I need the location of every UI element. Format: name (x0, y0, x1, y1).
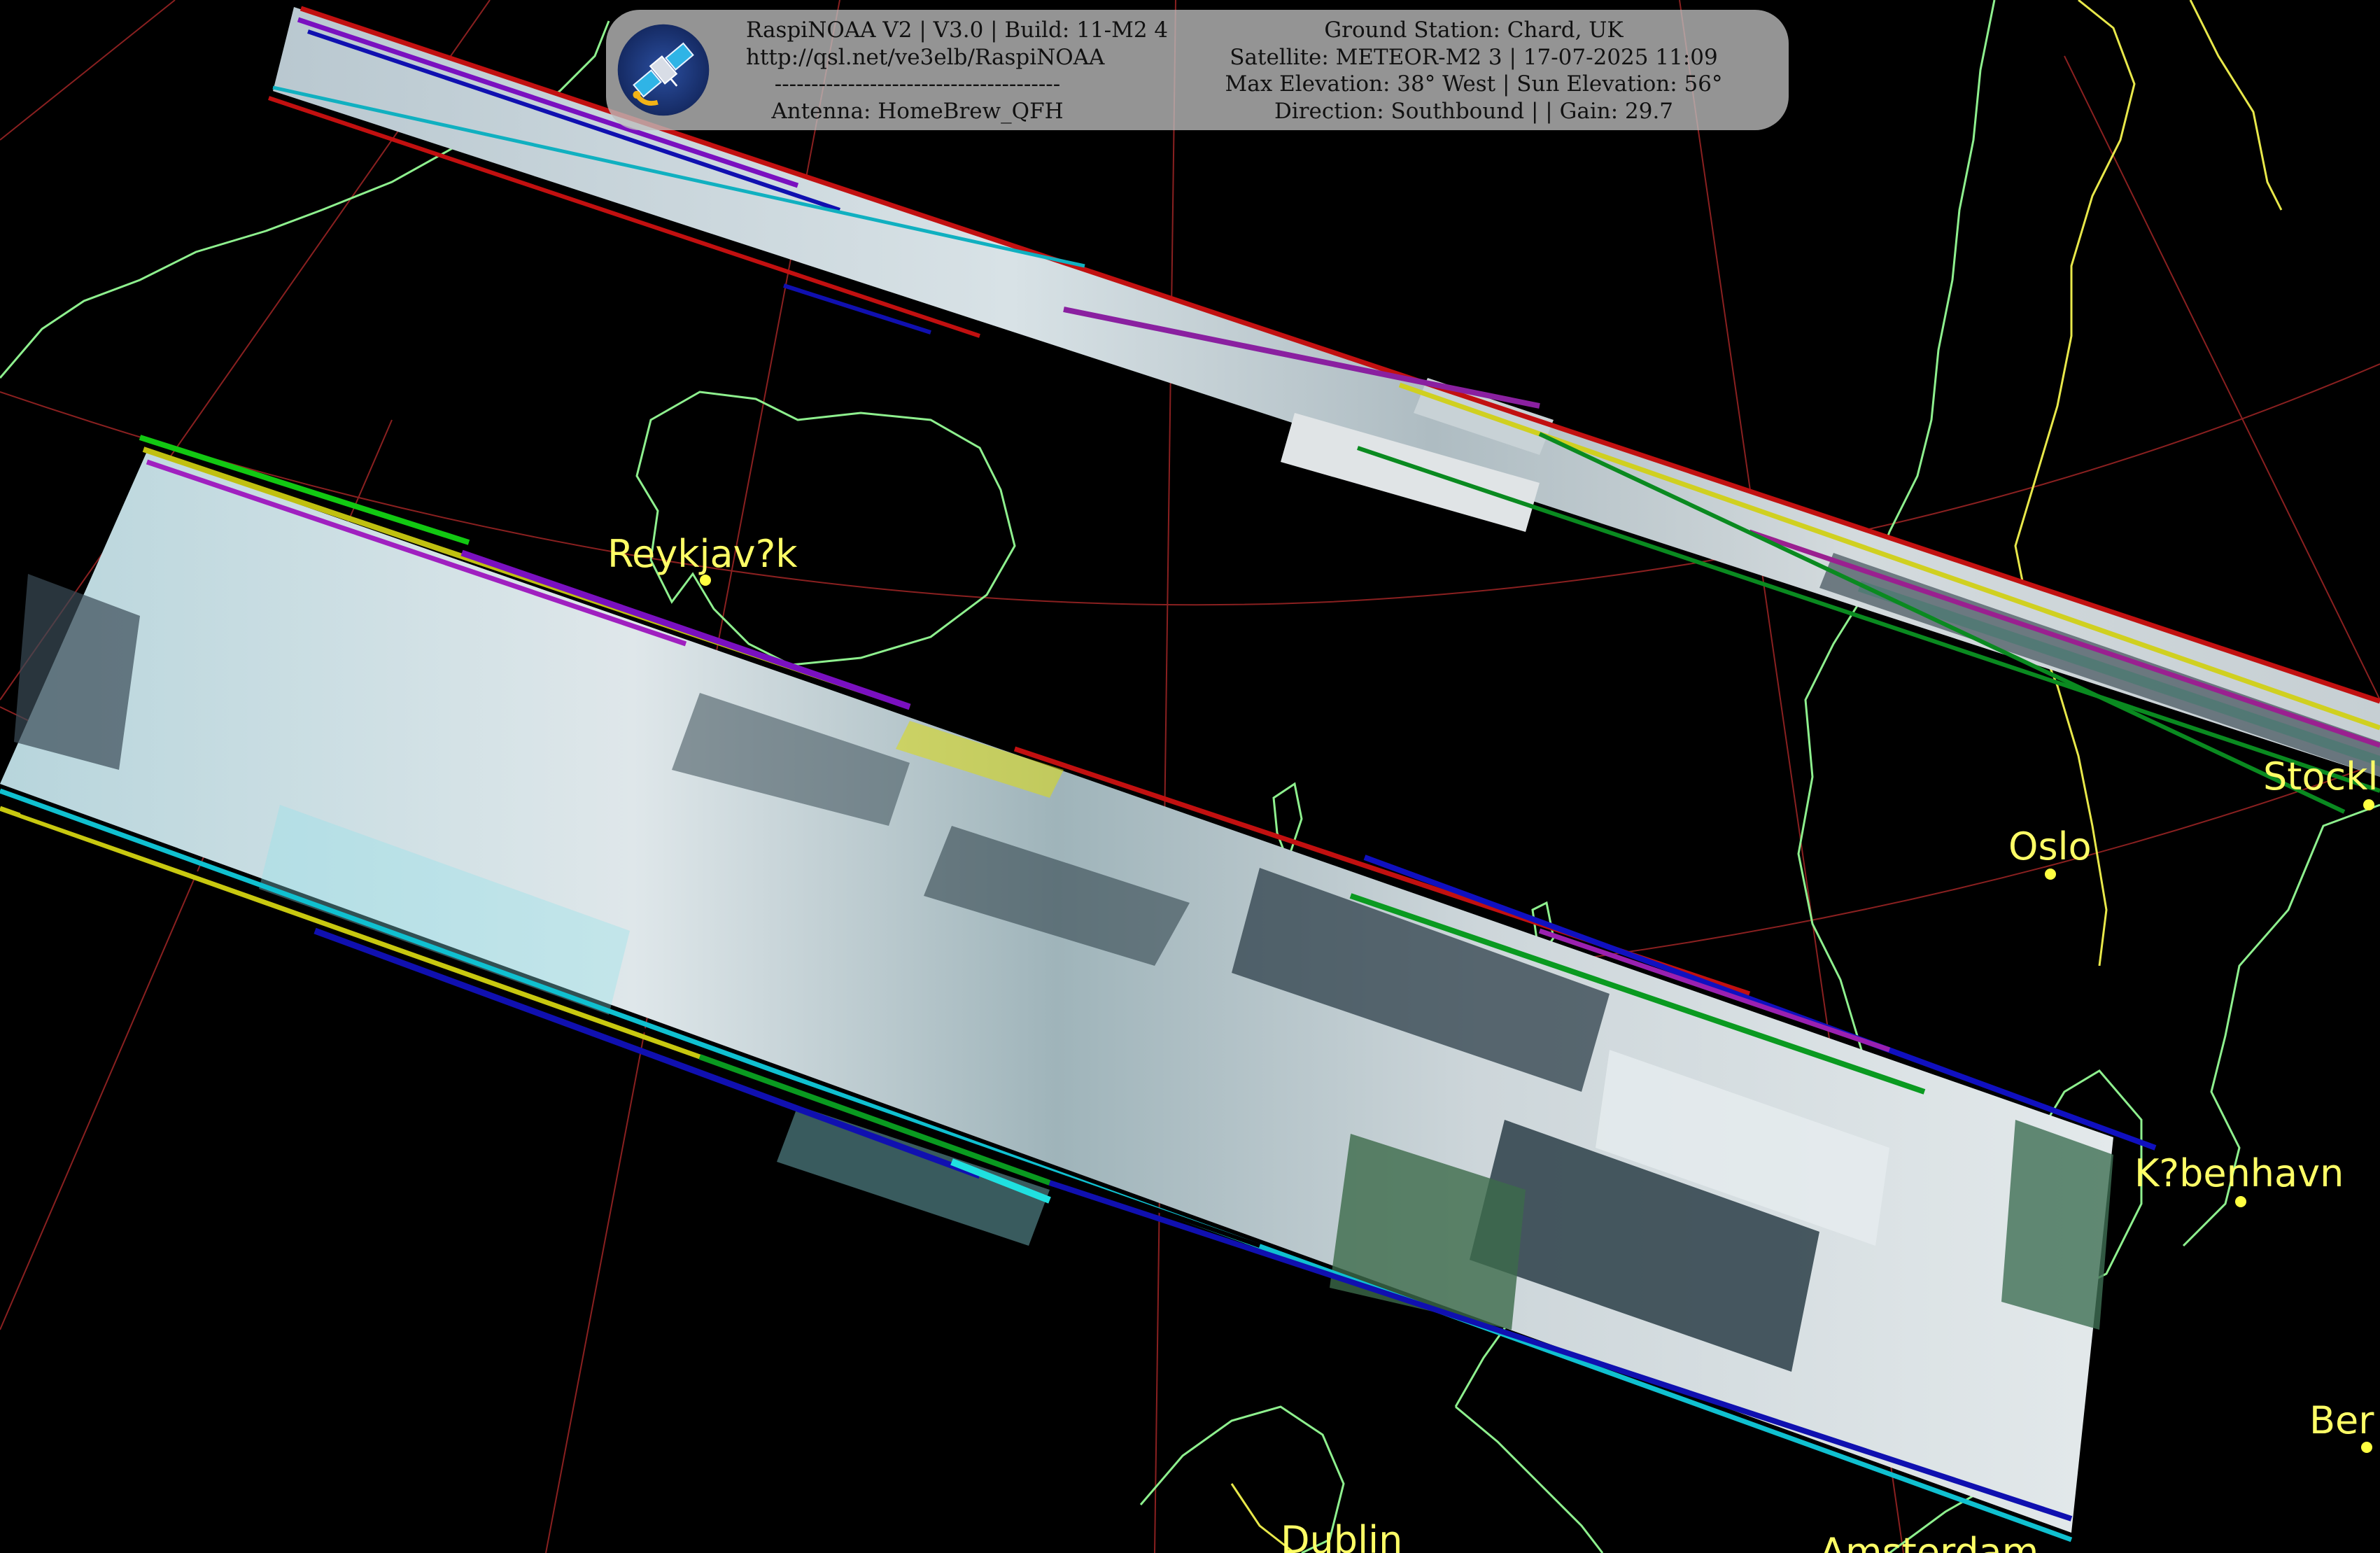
info-banner: RaspiNOAA V2 | V3.0 | Build: 11-M2 4 htt… (606, 10, 1789, 130)
banner-direction-line: Direction: Southbound | | Gain: 29.7 (1274, 98, 1674, 124)
satellite-map: Reykjav?k Oslo Stockl K?benhavn Ber Dubl… (0, 0, 2380, 1553)
banner-pass-info: Ground Station: Chard, UK Satellite: MET… (1201, 17, 1747, 125)
city-label-stockholm: Stockl (2263, 754, 2378, 799)
banner-separator-line: --------------------------------------- (774, 71, 1061, 97)
city-label-kobenhavn: K?benhavn (2134, 1151, 2344, 1195)
banner-station-info: RaspiNOAA V2 | V3.0 | Build: 11-M2 4 htt… (746, 17, 1169, 125)
banner-version-line: RaspiNOAA V2 | V3.0 | Build: 11-M2 4 (746, 17, 1169, 43)
banner-url-line: http://qsl.net/ve3elb/RaspiNOAA (746, 44, 1105, 70)
city-dot-berlin (2361, 1442, 2372, 1453)
england-coast (1455, 1405, 1604, 1553)
banner-antenna-line: Antenna: HomeBrew_QFH (771, 98, 1064, 124)
city-label-berlin: Ber (2309, 1398, 2374, 1442)
city-label-amsterdam: Amsterdam (1819, 1530, 2039, 1553)
banner-satellite-line: Satellite: METEOR-M2 3 | 17-07-2025 11:0… (1230, 44, 1718, 70)
city-dot-reykjavik (700, 575, 711, 586)
banner-ground-station-line: Ground Station: Chard, UK (1324, 17, 1624, 43)
city-label-dublin: Dublin (1281, 1518, 1402, 1553)
norway-sweden-border (2014, 0, 2136, 967)
lower-swath-imagery (0, 451, 2113, 1533)
city-dot-stockholm (2363, 799, 2374, 810)
city-dot-oslo (2045, 869, 2056, 880)
city-label-oslo: Oslo (2008, 824, 2092, 869)
iceland-coast (635, 391, 1016, 666)
city-label-reykjavik: Reykjav?k (607, 532, 798, 576)
city-dot-kobenhavn (2235, 1196, 2246, 1207)
banner-elevation-line: Max Elevation: 38° West | Sun Elevation:… (1225, 71, 1723, 97)
sweden-finland-border (2189, 0, 2283, 211)
satellite-icon (617, 24, 710, 116)
